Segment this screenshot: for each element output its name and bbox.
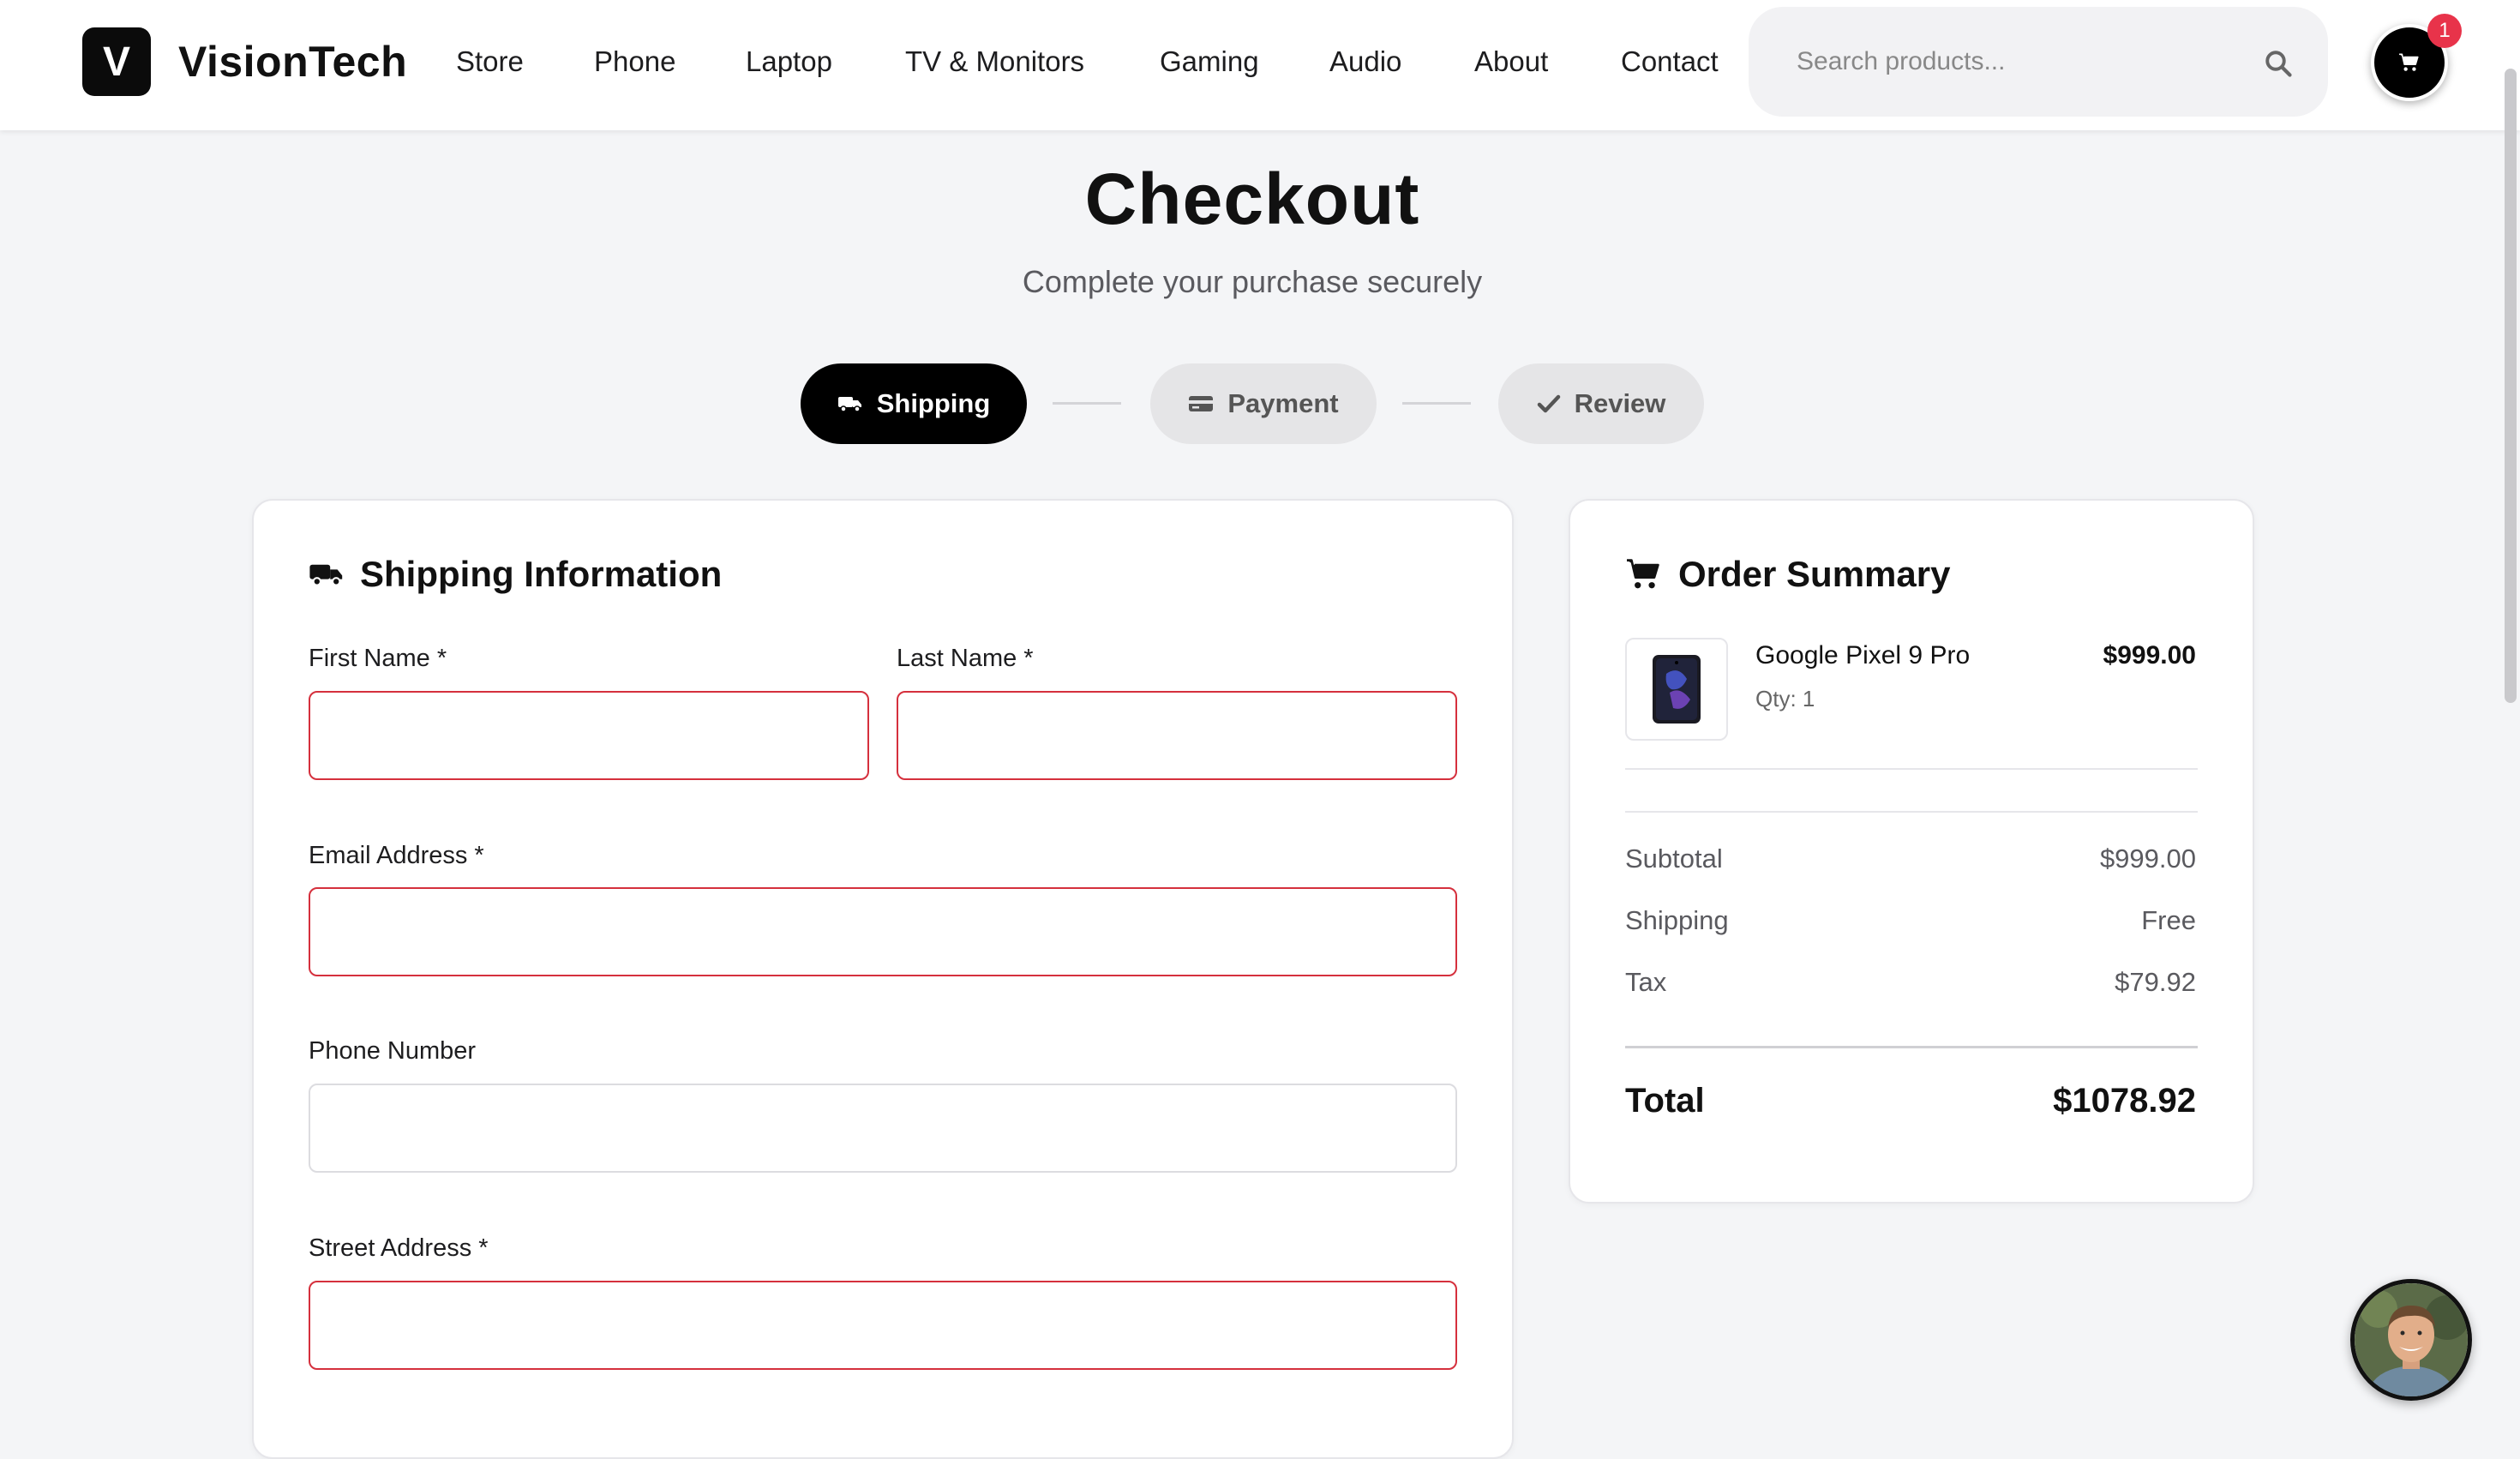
total-value: $1078.92	[2053, 1082, 2196, 1120]
email-label: Email Address *	[309, 842, 484, 869]
nav-tv-monitors[interactable]: TV & Monitors	[905, 38, 1084, 86]
nav-phone[interactable]: Phone	[594, 38, 675, 86]
total-divider	[1625, 1046, 2198, 1048]
step-connector	[1053, 402, 1121, 405]
order-summary-title-text: Order Summary	[1678, 554, 1951, 594]
nav-gaming[interactable]: Gaming	[1160, 38, 1259, 86]
check-icon	[1537, 394, 1560, 413]
shipping-title-text: Shipping Information	[360, 554, 723, 594]
shipping-card-title: Shipping Information	[309, 549, 722, 600]
subtotal-label: Subtotal	[1625, 844, 1723, 874]
tax-value: $79.92	[2115, 967, 2196, 997]
step-payment-label: Payment	[1227, 388, 1339, 418]
first-name-field[interactable]	[309, 691, 869, 780]
cart-icon	[2399, 53, 2419, 71]
street-address-field[interactable]	[309, 1281, 1457, 1370]
nav-about[interactable]: About	[1474, 38, 1548, 86]
total-label: Total	[1625, 1082, 1705, 1120]
page-subtitle: Complete your purchase securely	[1022, 264, 1483, 299]
phone-field[interactable]	[309, 1084, 1457, 1173]
step-shipping-label: Shipping	[876, 388, 991, 418]
step-shipping[interactable]: Shipping	[801, 363, 1027, 444]
truck-icon	[837, 397, 861, 412]
credit-card-icon	[1189, 396, 1214, 411]
search-input[interactable]	[1797, 39, 2242, 84]
cart-count-badge: 1	[2427, 14, 2462, 48]
shipping-cost-value: Free	[2141, 905, 2196, 935]
product-price: $999.00	[2103, 641, 2196, 669]
truck-icon	[309, 564, 343, 586]
phone-label: Phone Number	[309, 1037, 477, 1065]
email-field[interactable]	[309, 887, 1457, 976]
nav-contact[interactable]: Contact	[1621, 38, 1719, 86]
scrollbar-thumb[interactable]	[2505, 69, 2517, 703]
site-header: V VisionTech Store Phone Laptop TV & Mon…	[0, 0, 2520, 130]
order-summary-title: Order Summary	[1625, 549, 1950, 600]
step-connector	[1402, 402, 1471, 405]
product-name[interactable]: Google Pixel 9 Pro	[1755, 641, 1970, 670]
street-address-label: Street Address *	[309, 1234, 489, 1262]
step-review-label: Review	[1574, 388, 1666, 418]
step-review[interactable]: Review	[1498, 363, 1704, 444]
nav-audio[interactable]: Audio	[1329, 38, 1401, 86]
product-thumbnail	[1625, 638, 1728, 741]
cart-icon	[1627, 559, 1659, 589]
page-title: Checkout	[1084, 159, 1420, 239]
summary-divider	[1625, 811, 2198, 813]
logo[interactable]: V	[82, 27, 151, 96]
nav-laptop[interactable]: Laptop	[746, 38, 832, 86]
subtotal-value: $999.00	[2099, 844, 2196, 874]
last-name-label: Last Name *	[897, 645, 1034, 672]
first-name-label: First Name *	[309, 645, 447, 672]
brand-name[interactable]: VisionTech	[178, 34, 407, 89]
tax-label: Tax	[1625, 967, 1667, 997]
product-qty: Qty: 1	[1755, 686, 1815, 711]
step-payment[interactable]: Payment	[1150, 363, 1377, 444]
last-name-field[interactable]	[897, 691, 1457, 780]
chat-assistant-avatar[interactable]	[2350, 1279, 2472, 1401]
phone-image	[1653, 655, 1701, 723]
search-bar	[1749, 7, 2328, 117]
item-divider	[1625, 768, 2198, 770]
shipping-cost-label: Shipping	[1625, 905, 1729, 935]
avatar-icon	[2355, 1283, 2468, 1396]
nav-store[interactable]: Store	[456, 38, 524, 86]
search-icon[interactable]	[2263, 48, 2294, 79]
